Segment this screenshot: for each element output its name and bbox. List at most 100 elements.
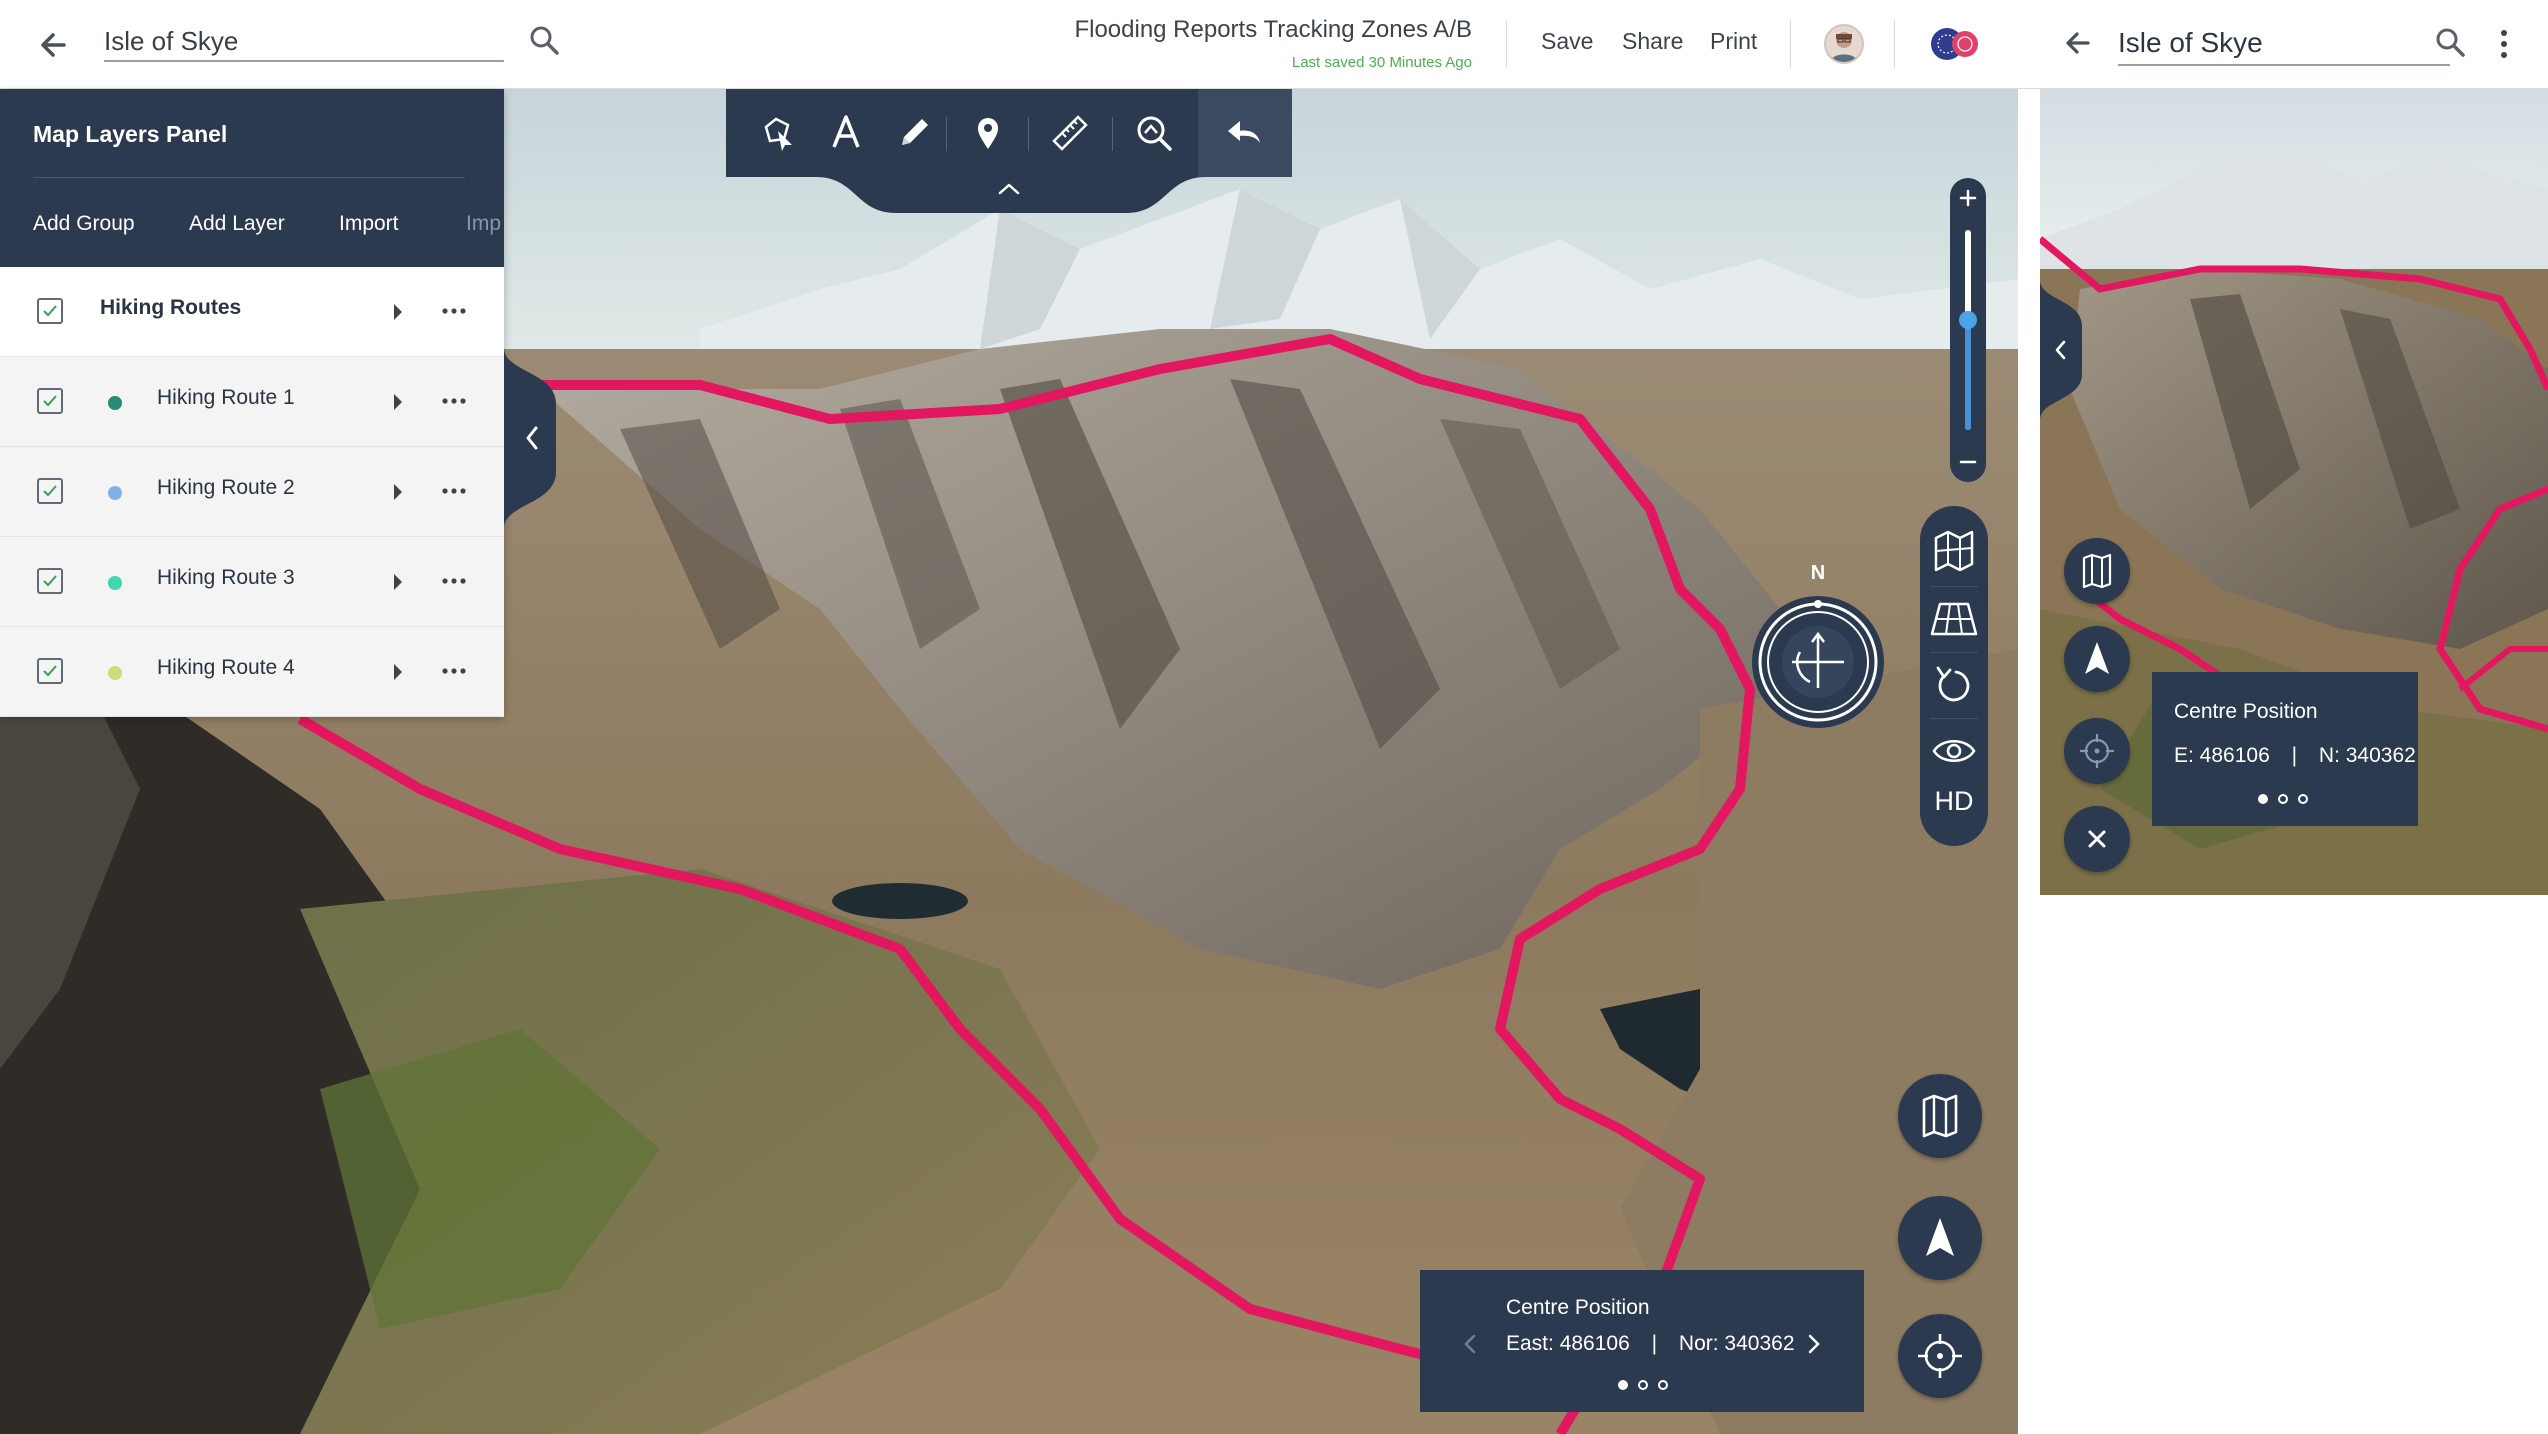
crosshair-icon <box>1918 1334 1962 1378</box>
locate-me-button[interactable] <box>1898 1314 1982 1398</box>
page-dot[interactable] <box>1618 1380 1628 1390</box>
panel-collapse-tab[interactable] <box>504 348 556 528</box>
expand-arrow-icon[interactable] <box>392 482 404 502</box>
user-avatar[interactable] <box>1824 24 1864 64</box>
chevron-right-icon[interactable] <box>1802 1328 1826 1360</box>
location-search-value: Isle of Skye <box>104 26 239 56</box>
search-area-icon[interactable] <box>1132 111 1176 155</box>
text-icon[interactable] <box>824 111 868 155</box>
location-search-input[interactable]: Isle of Skye <box>104 20 504 62</box>
more-vertical-icon[interactable] <box>2494 24 2514 64</box>
layer-color-swatch <box>108 576 122 590</box>
layer-label: Hiking Route 2 <box>157 476 295 499</box>
page-dot[interactable] <box>2258 794 2268 804</box>
layers-panel-header: Map Layers Panel Add Group Add Layer Imp… <box>0 89 504 267</box>
organisation-logo-icon[interactable] <box>1926 22 1986 66</box>
folded-map-icon <box>1922 1094 1958 1138</box>
document-title: Flooding Reports Tracking Zones A/B <box>1074 16 1472 43</box>
back-arrow-icon[interactable] <box>34 24 76 66</box>
divider <box>1790 20 1791 68</box>
crosshair-icon <box>2080 734 2114 768</box>
chevron-left-icon[interactable] <box>1458 1328 1482 1360</box>
rotate-icon[interactable] <box>1920 652 1988 718</box>
divider <box>1506 20 1507 68</box>
divider <box>1894 20 1895 68</box>
layer-group-checkbox[interactable] <box>37 298 63 324</box>
mobile-location-search-value: Isle of Skye <box>2118 27 2263 58</box>
east-coordinate: E: 486106 <box>2174 744 2270 767</box>
shape-select-icon[interactable] <box>756 111 800 155</box>
mobile-navigate-button[interactable] <box>2064 626 2130 692</box>
hd-toggle-button[interactable]: HD <box>1920 786 1988 817</box>
page-dot[interactable] <box>1638 1380 1648 1390</box>
mobile-locate-me-button[interactable] <box>2064 718 2130 784</box>
layer-group-label: Hiking Routes <box>100 296 242 319</box>
zoom-control <box>1950 178 1986 482</box>
layer-checkbox[interactable] <box>37 388 63 414</box>
layer-group-row[interactable]: Hiking Routes <box>0 267 504 357</box>
more-horizontal-icon[interactable] <box>440 481 468 501</box>
layer-checkbox[interactable] <box>37 658 63 684</box>
north-coordinate: Nor: 340362 <box>1678 1332 1795 1355</box>
folded-map-icon <box>2082 553 2112 589</box>
page-dot[interactable] <box>2298 794 2308 804</box>
share-button[interactable]: Share <box>1622 28 1683 55</box>
drawing-toolbar <box>726 89 1292 215</box>
search-icon[interactable] <box>2432 24 2470 62</box>
ruler-icon[interactable] <box>1048 111 1092 155</box>
zoom-out-icon[interactable] <box>1950 444 1986 480</box>
map-pin-icon[interactable] <box>966 111 1010 155</box>
layer-label: Hiking Route 3 <box>157 566 295 589</box>
layer-row-hiking-route-2[interactable]: Hiking Route 2 <box>0 447 504 537</box>
more-horizontal-icon[interactable] <box>440 661 468 681</box>
zoom-in-icon[interactable] <box>1950 180 1986 216</box>
expand-arrow-icon[interactable] <box>392 662 404 682</box>
compass-north-label: N <box>1810 562 1826 584</box>
more-horizontal-icon[interactable] <box>440 301 468 321</box>
print-button[interactable]: Print <box>1710 28 1757 55</box>
page-dot[interactable] <box>1658 1380 1668 1390</box>
layer-checkbox[interactable] <box>37 568 63 594</box>
layer-color-swatch <box>108 666 122 680</box>
search-icon[interactable] <box>526 22 564 60</box>
checkmark-icon <box>43 485 57 497</box>
mobile-map-type-button[interactable] <box>2064 538 2130 604</box>
mobile-close-button[interactable] <box>2064 806 2130 872</box>
overflow-action-button[interactable]: Imp <box>466 212 501 236</box>
more-horizontal-icon[interactable] <box>440 391 468 411</box>
mobile-location-search-input[interactable]: Isle of Skye <box>2118 20 2450 66</box>
map-type-button[interactable] <box>1898 1074 1982 1158</box>
compass-icon[interactable] <box>1750 594 1886 730</box>
checkmark-icon <box>43 395 57 407</box>
mobile-top-bar: Isle of Skye <box>2040 0 2548 89</box>
back-arrow-icon[interactable] <box>2060 24 2098 62</box>
zoom-slider-handle[interactable] <box>1959 311 1977 329</box>
layers-panel-title: Map Layers Panel <box>33 121 228 147</box>
perspective-grid-icon[interactable] <box>1920 586 1988 652</box>
expand-arrow-icon[interactable] <box>392 302 404 322</box>
zoom-slider-track[interactable] <box>1959 230 1977 430</box>
map-3d-icon[interactable] <box>1920 518 1988 584</box>
pencil-icon[interactable] <box>892 111 936 155</box>
checkmark-icon <box>43 305 57 317</box>
layer-row-hiking-route-1[interactable]: Hiking Route 1 <box>0 357 504 447</box>
add-layer-button[interactable]: Add Layer <box>189 212 285 236</box>
expand-arrow-icon[interactable] <box>392 392 404 412</box>
save-button[interactable]: Save <box>1541 28 1593 55</box>
coordinate-separator: | <box>2291 744 2298 767</box>
undo-icon[interactable] <box>1222 111 1266 155</box>
layer-checkbox[interactable] <box>37 478 63 504</box>
east-coordinate: East: 486106 <box>1506 1332 1630 1355</box>
import-button[interactable]: Import <box>339 212 399 236</box>
page-dot[interactable] <box>2278 794 2288 804</box>
divider <box>1028 117 1029 151</box>
layer-row-hiking-route-3[interactable]: Hiking Route 3 <box>0 537 504 627</box>
add-group-button[interactable]: Add Group <box>33 212 135 236</box>
avatar-face-icon <box>1830 32 1858 62</box>
navigate-button[interactable] <box>1898 1196 1982 1280</box>
more-horizontal-icon[interactable] <box>440 571 468 591</box>
expand-arrow-icon[interactable] <box>392 572 404 592</box>
mobile-panel-expand-tab[interactable] <box>2040 280 2082 420</box>
eye-icon[interactable] <box>1920 718 1988 784</box>
layer-row-hiking-route-4[interactable]: Hiking Route 4 <box>0 627 504 717</box>
